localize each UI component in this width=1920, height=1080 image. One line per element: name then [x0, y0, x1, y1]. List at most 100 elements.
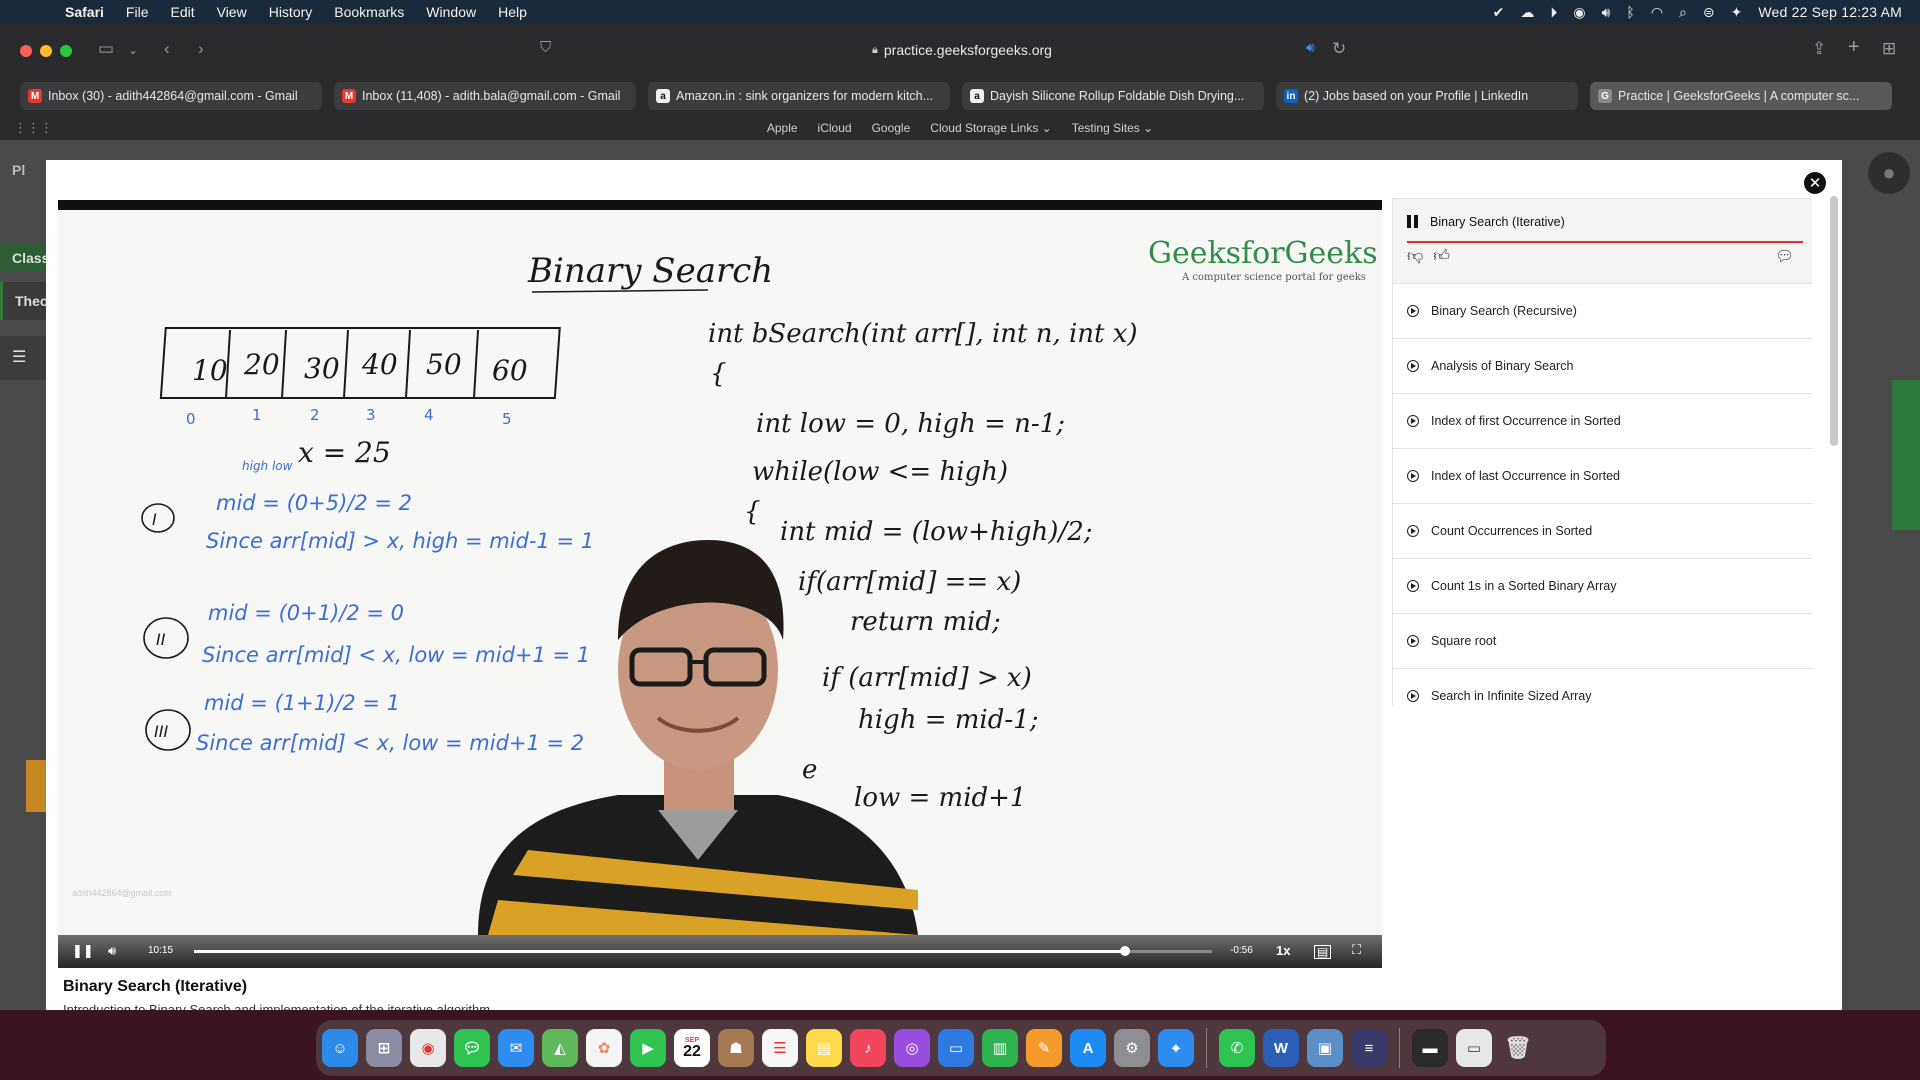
- app-store-icon[interactable]: A: [1070, 1029, 1106, 1067]
- pause-button[interactable]: ❚❚: [72, 943, 94, 959]
- tab-gmail-1[interactable]: M Inbox (30) - adith442864@gmail.com - G…: [20, 82, 322, 110]
- finder-icon[interactable]: ☺: [322, 1029, 358, 1067]
- sidebar-toggle-icon[interactable]: ▭: [98, 39, 114, 59]
- comment-icon[interactable]: 💬︎: [1775, 247, 1794, 265]
- favorite-google[interactable]: Google: [872, 121, 911, 135]
- favorite-apple[interactable]: Apple: [767, 121, 798, 135]
- reload-icon[interactable]: ↻: [1332, 39, 1346, 59]
- menu-history[interactable]: History: [258, 0, 324, 24]
- audio-playing-icon[interactable]: 🔊︎: [1306, 39, 1315, 56]
- playback-speed-button[interactable]: 1x: [1276, 943, 1290, 958]
- whatsapp-icon[interactable]: ✆: [1219, 1029, 1255, 1067]
- playlist-item[interactable]: Index of last Occurrence in Sorted: [1392, 449, 1812, 504]
- menu-bookmarks[interactable]: Bookmarks: [323, 0, 415, 24]
- podcasts-icon[interactable]: ◎: [894, 1029, 930, 1067]
- tab-title: (2) Jobs based on your Profile | LinkedI…: [1304, 89, 1529, 103]
- tab-linkedin[interactable]: in (2) Jobs based on your Profile | Link…: [1276, 82, 1578, 110]
- word-icon[interactable]: W: [1263, 1029, 1299, 1067]
- volume-icon[interactable]: 🔊︎: [1602, 4, 1611, 21]
- share-icon[interactable]: ⇪: [1812, 39, 1826, 59]
- back-button[interactable]: ‹: [164, 39, 170, 59]
- keynote-icon[interactable]: ▭: [938, 1029, 974, 1067]
- address-bar[interactable]: 🔒︎ practice.geeksforgeeks.org: [572, 36, 1352, 64]
- playlist-item[interactable]: Search in Infinite Sized Array: [1392, 669, 1812, 706]
- mail-icon[interactable]: ✉: [498, 1029, 534, 1067]
- zoom-window-button[interactable]: [60, 45, 72, 57]
- messages-icon[interactable]: 💬︎: [454, 1029, 490, 1067]
- spotlight-search-icon[interactable]: ⌕: [1679, 4, 1687, 21]
- reminders-icon[interactable]: ☰: [762, 1029, 798, 1067]
- playlist-item-active[interactable]: Binary Search (Iterative) 👎︎ 👍︎ 💬︎: [1392, 198, 1812, 284]
- screenshots-folder-icon[interactable]: ▬: [1412, 1029, 1448, 1067]
- playlist-item[interactable]: Count 1s in a Sorted Binary Array: [1392, 559, 1812, 614]
- facetime-icon[interactable]: ▶: [630, 1029, 666, 1067]
- thumbs-up-icon[interactable]: 👍︎: [1433, 247, 1450, 266]
- menu-edit[interactable]: Edit: [159, 0, 205, 24]
- tab-geeksforgeeks[interactable]: G Practice | GeeksforGeeks | A computer …: [1590, 82, 1892, 110]
- menu-help[interactable]: Help: [487, 0, 538, 24]
- menu-file[interactable]: File: [115, 0, 160, 24]
- watch-progress-line: [1407, 241, 1803, 243]
- close-modal-button[interactable]: ✕: [1804, 172, 1826, 194]
- contacts-icon[interactable]: ☗: [718, 1029, 754, 1067]
- close-window-button[interactable]: [20, 45, 32, 57]
- notes-icon[interactable]: ▤: [806, 1029, 842, 1067]
- bluetooth-icon[interactable]: ᛒ: [1626, 4, 1634, 20]
- menu-clock[interactable]: Wed 22 Sep 12:23 AM: [1758, 4, 1902, 20]
- favorite-cloud-storage[interactable]: Cloud Storage Links ⌄: [930, 121, 1051, 135]
- user-avatar-icon[interactable]: ●: [1868, 152, 1910, 194]
- progress-bar[interactable]: [194, 946, 1212, 956]
- wifi-icon[interactable]: ◠: [1651, 4, 1663, 21]
- safari-icon[interactable]: ⌖: [1158, 1029, 1194, 1067]
- tab-amazon-2[interactable]: a Dayish Silicone Rollup Foldable Dish D…: [962, 82, 1264, 110]
- dock-separator: [1399, 1028, 1400, 1068]
- cloud-icon[interactable]: ☁: [1520, 4, 1534, 21]
- chevron-down-icon[interactable]: ⌄: [128, 43, 138, 57]
- checkmark-icon[interactable]: ✔: [1493, 4, 1505, 21]
- privacy-shield-icon[interactable]: ⛉: [540, 39, 551, 56]
- trash-icon[interactable]: 🗑︎: [1500, 1029, 1536, 1067]
- maps-icon[interactable]: ◭: [542, 1029, 578, 1067]
- claquette-icon[interactable]: ≡: [1351, 1029, 1387, 1067]
- playlist-item[interactable]: Count Occurrences in Sorted: [1392, 504, 1812, 559]
- menu-view[interactable]: View: [206, 0, 258, 24]
- siri-icon[interactable]: ✦: [1731, 4, 1743, 21]
- system-preferences-icon[interactable]: ⚙: [1114, 1029, 1150, 1067]
- pages-icon[interactable]: ✎: [1026, 1029, 1062, 1067]
- control-center-icon[interactable]: ⊜: [1703, 4, 1715, 21]
- favorite-icloud[interactable]: iCloud: [818, 121, 852, 135]
- airdrop-icon[interactable]: ◉: [1573, 4, 1585, 21]
- new-tab-icon[interactable]: +: [1848, 36, 1860, 59]
- forward-button[interactable]: ›: [198, 39, 204, 59]
- music-icon[interactable]: ♪: [850, 1029, 886, 1067]
- minimize-window-button[interactable]: [40, 45, 52, 57]
- preview-icon[interactable]: ▣: [1307, 1029, 1343, 1067]
- chrome-icon[interactable]: ◉: [410, 1029, 446, 1067]
- menu-window[interactable]: Window: [415, 0, 487, 24]
- tab-amazon-1[interactable]: a Amazon.in : sink organizers for modern…: [648, 82, 950, 110]
- calendar-icon[interactable]: SEP 22: [674, 1029, 710, 1067]
- menu-app-name[interactable]: Safari: [54, 0, 115, 24]
- playlist-item[interactable]: Index of first Occurrence in Sorted: [1392, 394, 1812, 449]
- downloads-folder-icon[interactable]: ▭: [1456, 1029, 1492, 1067]
- playlist-item[interactable]: Analysis of Binary Search: [1392, 339, 1812, 394]
- tab-overview-icon[interactable]: ⊞: [1882, 39, 1896, 59]
- captions-icon[interactable]: ▤: [1314, 945, 1332, 959]
- code-line: return mid;: [850, 607, 1001, 637]
- thumbs-down-icon[interactable]: 👎︎: [1407, 247, 1423, 266]
- fullscreen-icon[interactable]: ⛶: [1352, 942, 1361, 958]
- video-player[interactable]: Binary Search 10 20 30 40 50 60 0 1 2 3 …: [58, 200, 1382, 968]
- photos-icon[interactable]: ✿: [586, 1029, 622, 1067]
- modal-scrollbar[interactable]: [1830, 196, 1838, 446]
- playlist-item[interactable]: Binary Search (Recursive): [1392, 284, 1812, 339]
- volume-button[interactable]: 🔊︎: [108, 943, 116, 959]
- playlist-item[interactable]: Square root: [1392, 614, 1812, 669]
- favorite-testing-sites[interactable]: Testing Sites ⌄: [1072, 121, 1153, 135]
- tab-gmail-2[interactable]: M Inbox (11,408) - adith.bala@gmail.com …: [334, 82, 636, 110]
- play-status-icon[interactable]: ⏵: [1550, 4, 1557, 21]
- numbers-icon[interactable]: ▥: [982, 1029, 1018, 1067]
- launchpad-icon[interactable]: ⊞: [366, 1029, 402, 1067]
- progress-knob[interactable]: [1120, 946, 1131, 956]
- code-line: if(arr[mid] == x): [798, 567, 1021, 597]
- favorites-grid-icon[interactable]: ⋮⋮⋮: [14, 120, 53, 136]
